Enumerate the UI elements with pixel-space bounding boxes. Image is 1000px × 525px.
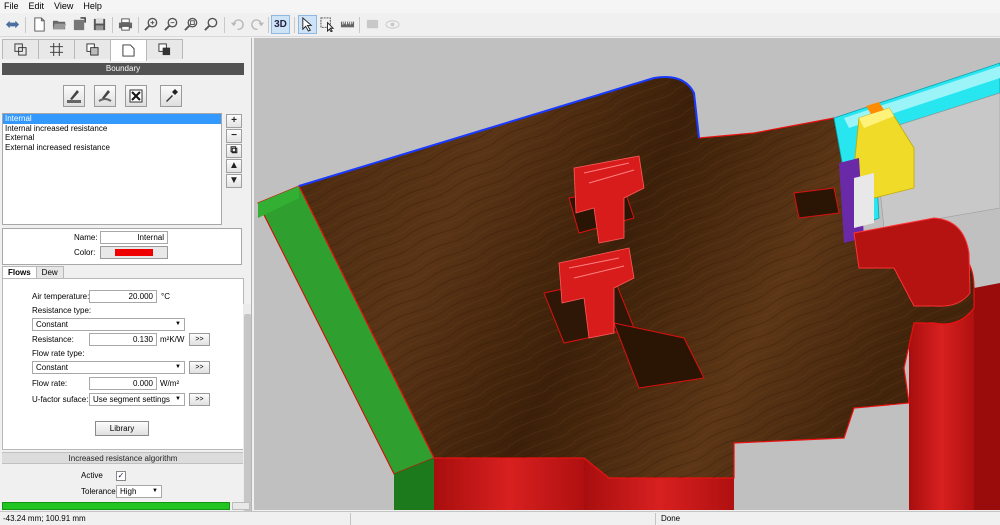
properties-panel: Boundary Internal Internal increased res… — [0, 38, 252, 512]
edit-boundary-button[interactable] — [94, 85, 116, 107]
add-boundary-button[interactable]: + — [226, 114, 242, 128]
progress-bar-tail — [232, 502, 250, 510]
u-factor-surface-label: U-factor suface: — [32, 395, 89, 404]
list-item[interactable]: External increased resistance — [3, 143, 221, 153]
swap-icon[interactable] — [3, 15, 22, 34]
zoom-window-icon[interactable] — [202, 15, 221, 34]
tolerance-label: Tolerance — [81, 487, 116, 496]
library-button[interactable]: Library — [95, 421, 149, 436]
resistance-label: Resistance: — [32, 335, 74, 344]
tab-materials[interactable] — [74, 39, 111, 59]
menu-help[interactable]: Help — [78, 0, 107, 13]
delete-boundary-button[interactable] — [125, 85, 147, 107]
3d-model-view[interactable] — [254, 38, 1000, 510]
tab-results[interactable] — [146, 39, 183, 59]
zoom-in-icon[interactable] — [142, 15, 161, 34]
3d-viewport[interactable] — [254, 38, 1000, 510]
u-factor-more-button[interactable]: >> — [189, 393, 210, 406]
new-file-icon[interactable] — [30, 15, 49, 34]
resistance-type-label: Resistance type: — [32, 306, 92, 315]
flow-rate-type-select[interactable]: Constant ▼ — [32, 361, 185, 374]
name-field[interactable]: Internal — [100, 231, 168, 244]
undo-icon[interactable] — [228, 15, 247, 34]
save-icon[interactable] — [90, 15, 109, 34]
name-label: Name: — [74, 233, 98, 242]
air-temperature-label: Air temperature: — [32, 292, 90, 301]
air-temperature-field[interactable]: 20.000 — [89, 290, 157, 303]
status-message: Done — [661, 514, 681, 523]
tolerance-select[interactable]: High ▼ — [116, 485, 162, 498]
panel-tabs — [2, 39, 224, 61]
scroll-thumb[interactable] — [244, 314, 251, 512]
resistance-type-select[interactable]: Constant ▼ — [32, 318, 185, 331]
draw-boundary-button[interactable] — [63, 85, 85, 107]
open-folder-icon[interactable] — [50, 15, 69, 34]
zoom-out-icon[interactable] — [162, 15, 181, 34]
select-pointer-icon[interactable] — [298, 15, 317, 34]
select-region-icon[interactable] — [318, 15, 337, 34]
tab-grid[interactable] — [38, 39, 75, 59]
boundary-list[interactable]: Internal Internal increased resistance E… — [2, 113, 222, 225]
progress-bar — [2, 502, 231, 510]
eye-icon[interactable] — [383, 15, 402, 34]
resistance-more-button[interactable]: >> — [189, 333, 210, 346]
list-item[interactable]: Internal — [3, 114, 221, 124]
import-icon[interactable] — [70, 15, 89, 34]
red-insulation-left — [434, 458, 584, 510]
resistance-field[interactable]: 0.130 — [89, 333, 157, 346]
view-3d-button[interactable]: 3D — [271, 15, 290, 34]
resistance-unit: m²K/W — [160, 335, 185, 344]
active-label: Active — [81, 471, 103, 480]
duplicate-boundary-button[interactable]: ⧉ — [226, 144, 242, 158]
active-checkbox[interactable]: ✓ — [116, 471, 126, 481]
menu-edit[interactable]: Edit — [24, 0, 50, 13]
list-item[interactable]: Internal increased resistance — [3, 124, 221, 134]
flow-rate-type-label: Flow rate type: — [32, 349, 85, 358]
tab-boundary[interactable] — [110, 39, 147, 61]
section-title-boundary: Boundary — [2, 63, 244, 75]
flow-rate-field[interactable]: 0.000 — [89, 377, 157, 390]
cursor-coordinates: -43.24 mm; 100.91 mm — [3, 514, 86, 523]
menu-view[interactable]: View — [49, 0, 78, 13]
menu-bar: File Edit View Help — [0, 0, 1000, 13]
air-temperature-unit: °C — [161, 292, 170, 301]
tab-geometry[interactable] — [2, 39, 39, 59]
u-factor-surface-select[interactable]: Use segment settings ▼ — [89, 393, 185, 406]
color-picker-button[interactable] — [100, 246, 168, 259]
move-up-button[interactable]: ▲ — [226, 159, 242, 173]
panel-scrollbar[interactable] — [243, 304, 251, 512]
flow-rate-type-more-button[interactable]: >> — [189, 361, 210, 374]
recess-right — [793, 187, 840, 219]
flow-rate-label: Flow rate: — [32, 379, 68, 388]
eyedropper-button[interactable] — [160, 85, 182, 107]
algorithm-section-title: Increased resistance algorithm — [2, 452, 244, 464]
print-icon[interactable] — [116, 15, 135, 34]
redo-icon[interactable] — [248, 15, 267, 34]
list-item[interactable]: External — [3, 133, 221, 143]
color-swatch — [115, 249, 153, 256]
red-insulation-right-edge — [974, 283, 1000, 510]
measure-ruler-icon[interactable] — [338, 15, 357, 34]
menu-file[interactable]: File — [0, 0, 24, 13]
main-toolbar: 3D — [0, 13, 1000, 37]
app-window: File Edit View Help 3D Boundary Internal… — [0, 0, 1000, 525]
zoom-fit-icon[interactable] — [182, 15, 201, 34]
remove-boundary-button[interactable]: − — [226, 129, 242, 143]
status-bar: -43.24 mm; 100.91 mm Done — [0, 511, 1000, 525]
move-down-button[interactable]: ▼ — [226, 174, 242, 188]
comment-icon[interactable] — [363, 15, 382, 34]
flow-rate-unit: W/m² — [160, 379, 180, 388]
color-label: Color: — [74, 248, 96, 257]
